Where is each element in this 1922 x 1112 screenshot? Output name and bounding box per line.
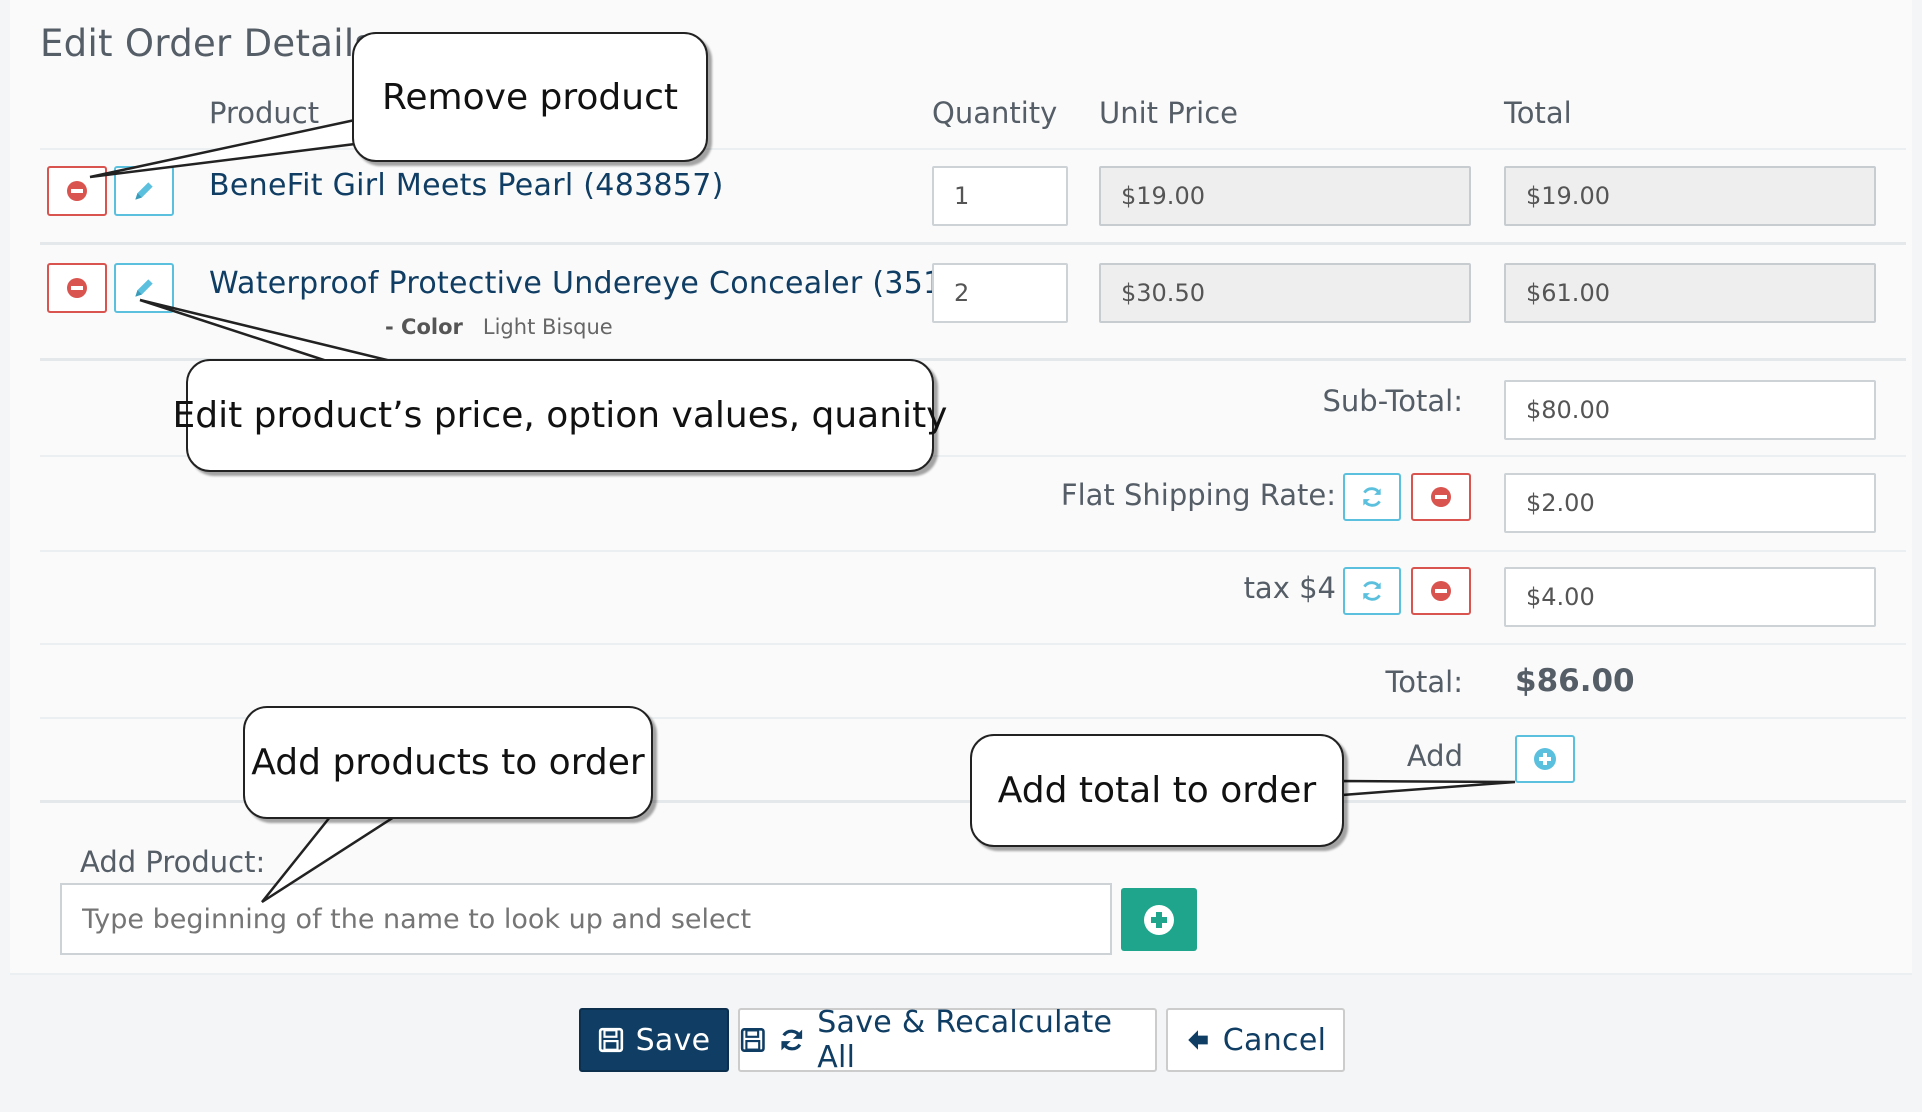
- column-header-unit-price: Unit Price: [1099, 96, 1238, 130]
- add-total-callout: Add total to order: [970, 734, 1344, 847]
- panel-title: Edit Order Details: [40, 22, 374, 65]
- pencil-icon: [135, 182, 153, 200]
- add-total-label: Add: [1406, 739, 1463, 773]
- edit-product-button[interactable]: [114, 166, 174, 216]
- plus-circle-icon: [1144, 904, 1174, 935]
- remove-product-callout: Remove product: [352, 32, 708, 162]
- remove-icon: [1431, 581, 1451, 601]
- refresh-icon: [781, 1029, 802, 1051]
- remove-product-button[interactable]: [47, 263, 107, 313]
- cancel-button[interactable]: Cancel: [1166, 1008, 1345, 1072]
- subtotal-label: Sub-Total:: [1322, 384, 1464, 418]
- add-total-button[interactable]: [1515, 735, 1575, 783]
- add-products-callout: Add products to order: [243, 706, 653, 819]
- refresh-shipping-button[interactable]: [1343, 473, 1401, 521]
- subtotal-field: $80.00: [1504, 380, 1876, 440]
- column-header-product: Product: [209, 96, 320, 130]
- refresh-tax-button[interactable]: [1343, 567, 1401, 615]
- remove-tax-button[interactable]: [1411, 567, 1471, 615]
- option-value: Light Bisque: [482, 315, 613, 339]
- product-name-link[interactable]: BeneFit Girl Meets Pearl (483857): [209, 168, 724, 203]
- row-divider: [40, 242, 1906, 245]
- header-divider: [40, 148, 1906, 150]
- add-product-input[interactable]: [60, 883, 1112, 955]
- option-name: - Color: [385, 315, 463, 339]
- save-recalculate-label: Save & Recalculate All: [817, 1005, 1113, 1075]
- pencil-icon: [135, 279, 153, 297]
- total-label: Total:: [1385, 665, 1464, 699]
- line-total-field: $61.00: [1504, 263, 1876, 323]
- refresh-icon: [1363, 487, 1381, 507]
- row-divider: [40, 550, 1906, 552]
- remove-shipping-button[interactable]: [1411, 473, 1471, 521]
- add-product-label: Add Product:: [80, 845, 266, 879]
- column-header-quantity: Quantity: [932, 96, 1058, 130]
- remove-icon: [67, 278, 87, 298]
- save-label: Save: [635, 1022, 711, 1058]
- unit-price-field: $19.00: [1099, 166, 1471, 226]
- edit-product-button[interactable]: [114, 263, 174, 313]
- shipping-field: $2.00: [1504, 473, 1876, 533]
- line-total-field: $19.00: [1504, 166, 1876, 226]
- tax-label: tax $4: [1243, 571, 1336, 605]
- floppy-disk-icon: [740, 1028, 765, 1052]
- tax-field: $4.00: [1504, 567, 1876, 627]
- product-option: - Color Light Bisque: [385, 315, 613, 339]
- remove-icon: [67, 181, 87, 201]
- quantity-input[interactable]: 1: [932, 166, 1068, 226]
- edit-product-callout: Edit product’s price, option values, qua…: [173, 359, 947, 472]
- row-divider: [40, 643, 1906, 645]
- refresh-icon: [1363, 581, 1381, 601]
- cancel-label: Cancel: [1222, 1022, 1327, 1058]
- remove-icon: [1431, 487, 1451, 507]
- order-details-panel: Edit Order Details Product Quantity Unit…: [10, 0, 1912, 975]
- order-total-value: $86.00: [1515, 663, 1635, 699]
- quantity-input[interactable]: 2: [932, 263, 1068, 323]
- floppy-disk-icon: [598, 1027, 623, 1053]
- shipping-label: Flat Shipping Rate:: [1060, 478, 1336, 512]
- add-product-button[interactable]: [1121, 888, 1197, 951]
- save-recalculate-button[interactable]: Save & Recalculate All: [738, 1005, 1157, 1075]
- column-header-total: Total: [1504, 96, 1572, 130]
- arrow-left-icon: [1188, 1030, 1208, 1050]
- plus-circle-icon: [1534, 748, 1556, 770]
- unit-price-field: $30.50: [1099, 263, 1471, 323]
- product-name-link[interactable]: Waterproof Protective Undereye Concealer…: [209, 266, 993, 301]
- save-button[interactable]: Save: [579, 1008, 729, 1072]
- remove-product-button[interactable]: [47, 166, 107, 216]
